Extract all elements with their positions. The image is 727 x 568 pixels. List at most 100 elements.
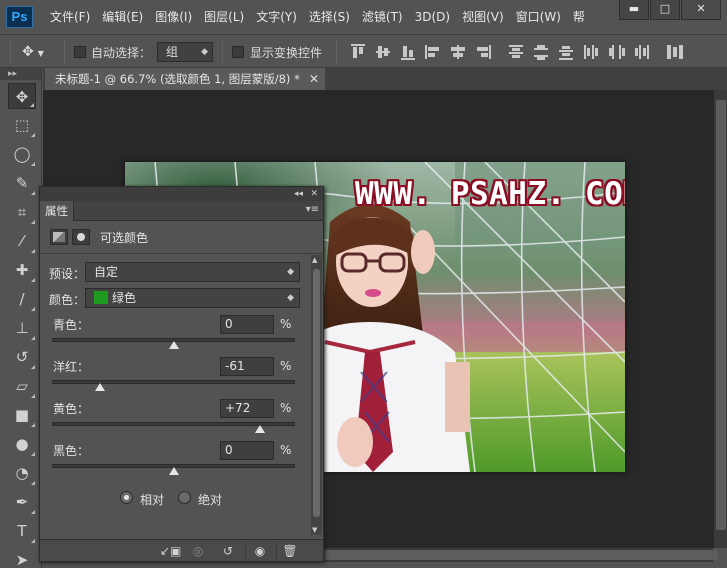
- properties-scrollbar[interactable]: ▲ ▼: [311, 255, 322, 535]
- show-transform-checkbox[interactable]: [232, 46, 244, 58]
- preset-dropdown[interactable]: 自定 ◆: [85, 262, 300, 282]
- black-slider[interactable]: [52, 464, 295, 475]
- crop-tool-button[interactable]: ⌗: [8, 199, 36, 225]
- clip-to-layer-icon[interactable]: ↙▣: [160, 543, 181, 559]
- distribute-hcenter-icon[interactable]: [606, 44, 628, 60]
- document-tab[interactable]: 未标题-1 @ 66.7% (选取颜色 1, 图层蒙版/8) * ✕: [45, 68, 325, 90]
- scroll-up-icon[interactable]: ▲: [312, 256, 317, 264]
- auto-align-icon[interactable]: [664, 44, 686, 60]
- align-top-icon[interactable]: [348, 44, 370, 60]
- minimize-button[interactable]: ▬: [619, 0, 649, 20]
- brush-tool-button[interactable]: /: [8, 286, 36, 312]
- move-tool-icon: ✥: [15, 88, 29, 106]
- auto-select-dropdown[interactable]: 组 ◆: [157, 42, 213, 62]
- close-window-button[interactable]: ✕: [681, 0, 721, 20]
- collapse-icon[interactable]: ◂◂: [294, 187, 303, 201]
- gradient-tool-button[interactable]: ■: [8, 402, 36, 428]
- canvas-vertical-scrollbar[interactable]: [713, 90, 727, 548]
- maximize-button[interactable]: □: [650, 0, 680, 20]
- distribute-left-icon[interactable]: [581, 44, 603, 60]
- magenta-slider[interactable]: [52, 380, 295, 391]
- scroll-down-icon[interactable]: ▼: [312, 526, 317, 534]
- black-value-input[interactable]: 0: [220, 441, 274, 460]
- tools-panel: ▸▸ ✥ ⬚ ◯ ✎ ⌗ ⁄ ✚ / ⊥ ↺ ▱ ■ ● ◔ ✒ T ➤: [0, 68, 42, 568]
- panel-menu-icon[interactable]: ▾≡: [306, 204, 319, 215]
- mask-icon[interactable]: [72, 229, 90, 245]
- blur-tool-button[interactable]: ●: [8, 431, 36, 457]
- chevron-down-icon: ▼: [37, 49, 44, 58]
- healing-brush-tool-button[interactable]: ✚: [8, 257, 36, 283]
- magenta-slider-thumb[interactable]: [94, 383, 105, 391]
- dodge-tool-button[interactable]: ◔: [8, 460, 36, 486]
- delete-trash-icon[interactable]: 🗑: [282, 543, 298, 559]
- scrollbar-thumb[interactable]: [288, 550, 718, 560]
- menu-edit[interactable]: 编辑(E): [96, 0, 149, 34]
- menu-file[interactable]: 文件(F): [44, 0, 96, 34]
- align-vcenter-icon[interactable]: [373, 44, 395, 60]
- quick-select-tool-button[interactable]: ✎: [8, 170, 36, 196]
- menu-type[interactable]: 文字(Y): [250, 0, 303, 34]
- type-tool-button[interactable]: T: [8, 518, 36, 544]
- view-previous-state-icon[interactable]: ◎: [190, 543, 206, 559]
- scrollbar-thumb[interactable]: [716, 100, 726, 530]
- eyedropper-tool-button[interactable]: ⁄: [8, 228, 36, 254]
- history-brush-tool-button[interactable]: ↺: [8, 344, 36, 370]
- menu-filter[interactable]: 滤镜(T): [356, 0, 409, 34]
- lasso-tool-button[interactable]: ◯: [8, 141, 36, 167]
- tool-preset-picker[interactable]: ✥ ▼: [22, 42, 54, 62]
- adjustment-title: 可选颜色: [100, 230, 149, 245]
- stamp-tool-button[interactable]: ⊥: [8, 315, 36, 341]
- magenta-label: 洋红：: [53, 360, 90, 374]
- align-right-icon[interactable]: [473, 44, 495, 60]
- tools-panel-grip[interactable]: ▸▸: [0, 68, 41, 80]
- distribute-vcenter-icon[interactable]: [531, 44, 553, 60]
- relative-radio[interactable]: [120, 491, 133, 504]
- visibility-eye-icon[interactable]: ◉: [252, 543, 268, 559]
- reset-icon[interactable]: ↺: [220, 543, 236, 559]
- yellow-value-input[interactable]: +72: [220, 399, 274, 418]
- eraser-tool-button[interactable]: ▱: [8, 373, 36, 399]
- menu-help[interactable]: 帮: [567, 0, 591, 34]
- close-tab-icon[interactable]: ✕: [309, 68, 319, 90]
- healing-brush-tool-icon: ✚: [15, 261, 29, 279]
- path-select-tool-icon: ➤: [15, 551, 29, 568]
- close-panel-icon[interactable]: ✕: [310, 187, 318, 201]
- marquee-tool-icon: ⬚: [14, 116, 30, 134]
- distribute-right-icon[interactable]: [631, 44, 653, 60]
- cyan-percent: %: [280, 317, 292, 331]
- distribute-top-icon[interactable]: [506, 44, 528, 60]
- black-slider-thumb[interactable]: [168, 467, 179, 475]
- cyan-value-input[interactable]: 0: [220, 315, 274, 334]
- align-hcenter-icon[interactable]: [448, 44, 470, 60]
- scrollbar-thumb[interactable]: [313, 269, 320, 517]
- dropdown-arrows-icon: ◆: [287, 267, 294, 277]
- blur-tool-icon: ●: [15, 435, 29, 453]
- marquee-tool-button[interactable]: ⬚: [8, 112, 36, 138]
- align-bottom-icon[interactable]: [398, 44, 420, 60]
- auto-select-checkbox[interactable]: [74, 46, 86, 58]
- path-select-tool-button[interactable]: ➤: [8, 547, 36, 568]
- move-tool-button[interactable]: ✥: [8, 83, 36, 109]
- menu-3d[interactable]: 3D(D): [409, 0, 456, 34]
- menu-select[interactable]: 选择(S): [303, 0, 356, 34]
- cyan-slider-thumb[interactable]: [168, 341, 179, 349]
- yellow-slider[interactable]: [52, 422, 295, 433]
- distribute-bottom-icon[interactable]: [556, 44, 578, 60]
- tab-properties[interactable]: 属性: [40, 201, 74, 221]
- yellow-slider-thumb[interactable]: [255, 425, 266, 433]
- menu-window[interactable]: 窗口(W): [510, 0, 567, 34]
- magenta-value-input[interactable]: -61: [220, 357, 274, 376]
- align-left-icon[interactable]: [423, 44, 445, 60]
- cyan-slider[interactable]: [52, 338, 295, 349]
- menu-view[interactable]: 视图(V): [456, 0, 510, 34]
- document-tab-title: 未标题-1 @ 66.7% (选取颜色 1, 图层蒙版/8) *: [55, 72, 300, 86]
- absolute-radio[interactable]: [178, 491, 191, 504]
- adjustment-icon[interactable]: [50, 229, 68, 245]
- options-bar: ✥ ▼ 自动选择： 组 ◆ 显示变换控件: [0, 34, 727, 68]
- watermark-text: WWW. PSAHZ. COM: [355, 176, 625, 212]
- colors-dropdown[interactable]: 绿色 ◆: [85, 288, 300, 308]
- menu-image[interactable]: 图像(I): [149, 0, 198, 34]
- pen-tool-button[interactable]: ✒: [8, 489, 36, 515]
- properties-titlebar[interactable]: ◂◂ ✕: [40, 187, 323, 201]
- menu-layer[interactable]: 图层(L): [198, 0, 250, 34]
